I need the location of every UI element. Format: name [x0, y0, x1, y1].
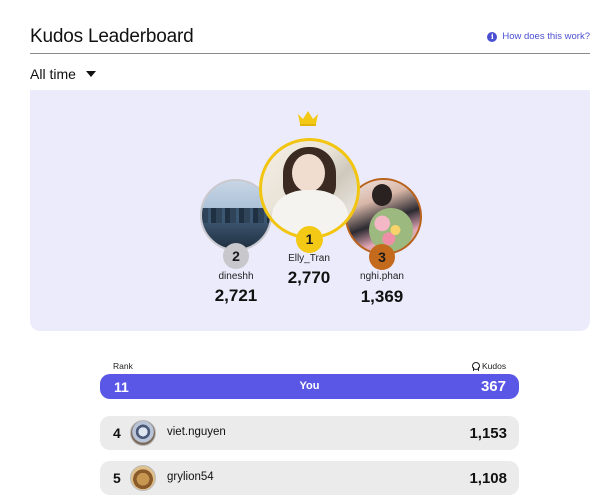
time-filter-dropdown[interactable]: All time: [30, 66, 96, 82]
crown-icon: [298, 111, 318, 126]
rank-badge-3: 3: [369, 244, 395, 270]
row-rank: 5: [113, 470, 121, 486]
rank-badge-1: 1: [296, 226, 323, 253]
leaderboard-row[interactable]: 4 viet.nguyen 1,153: [100, 416, 519, 450]
how-it-works-link[interactable]: i How does this work?: [487, 31, 590, 42]
current-user-row: 11 You 367: [100, 374, 519, 399]
medal-icon: [471, 361, 480, 371]
row-kudos: 1,108: [469, 470, 507, 487]
leaderboard-row[interactable]: 5 grylion54 1,108: [100, 461, 519, 495]
third-place-username[interactable]: nghi.phan: [332, 271, 432, 282]
row-username[interactable]: viet.nguyen: [167, 426, 226, 438]
time-filter-value: All time: [30, 66, 76, 82]
current-user-label: You: [299, 380, 320, 392]
third-place-kudos: 1,369: [360, 287, 404, 306]
second-place-kudos: 2,721: [214, 286, 258, 305]
avatar-first-place[interactable]: [259, 138, 360, 239]
row-kudos: 1,153: [469, 425, 507, 442]
caret-down-icon: [85, 71, 96, 77]
first-place-username[interactable]: Elly_Tran: [259, 253, 359, 264]
row-rank: 4: [113, 425, 121, 441]
kudos-column-label: Kudos: [482, 361, 507, 371]
info-icon: i: [487, 31, 498, 42]
row-username[interactable]: grylion54: [167, 471, 214, 483]
rank-column-header: Rank: [113, 361, 133, 371]
podium: 2 1 3 dineshh 2,721 Elly_Tran 2,770 nghi…: [30, 90, 590, 331]
avatar: [130, 465, 156, 491]
kudos-column-header: Kudos: [471, 361, 506, 371]
page-title: Kudos Leaderboard: [30, 26, 194, 47]
rank-badge-2: 2: [223, 243, 249, 269]
how-it-works-label: How does this work?: [502, 31, 590, 42]
current-user-kudos: 367: [480, 378, 506, 395]
avatar: [130, 420, 156, 446]
header: Kudos Leaderboard i How does this work?: [30, 24, 590, 54]
